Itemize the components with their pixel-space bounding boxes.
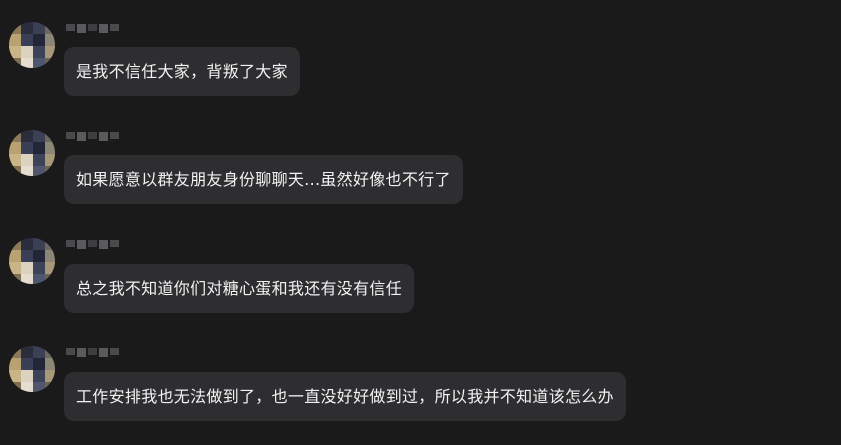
avatar[interactable]: [9, 22, 55, 68]
message-bubble: 总之我不知道你们对糖心蛋和我还有没有信任: [64, 264, 415, 313]
chat-window: 是我不信任大家，背叛了大家 如果愿意以群友朋友身份聊聊天...虽然好像也不行了: [0, 0, 841, 445]
avatar[interactable]: [9, 346, 55, 392]
sender-name-redacted: [66, 24, 119, 38]
sender-name-redacted: [66, 132, 119, 146]
message-bubble: 如果愿意以群友朋友身份聊聊天...虽然好像也不行了: [64, 155, 463, 204]
avatar[interactable]: [9, 238, 55, 284]
message-bubble: 工作安排我也无法做到了，也一直没好好做到过，所以我并不知道该怎么办: [64, 372, 626, 421]
sender-name-redacted: [66, 240, 119, 254]
sender-name-redacted: [66, 348, 119, 362]
message-bubble: 是我不信任大家，背叛了大家: [64, 47, 300, 96]
avatar[interactable]: [9, 130, 55, 176]
